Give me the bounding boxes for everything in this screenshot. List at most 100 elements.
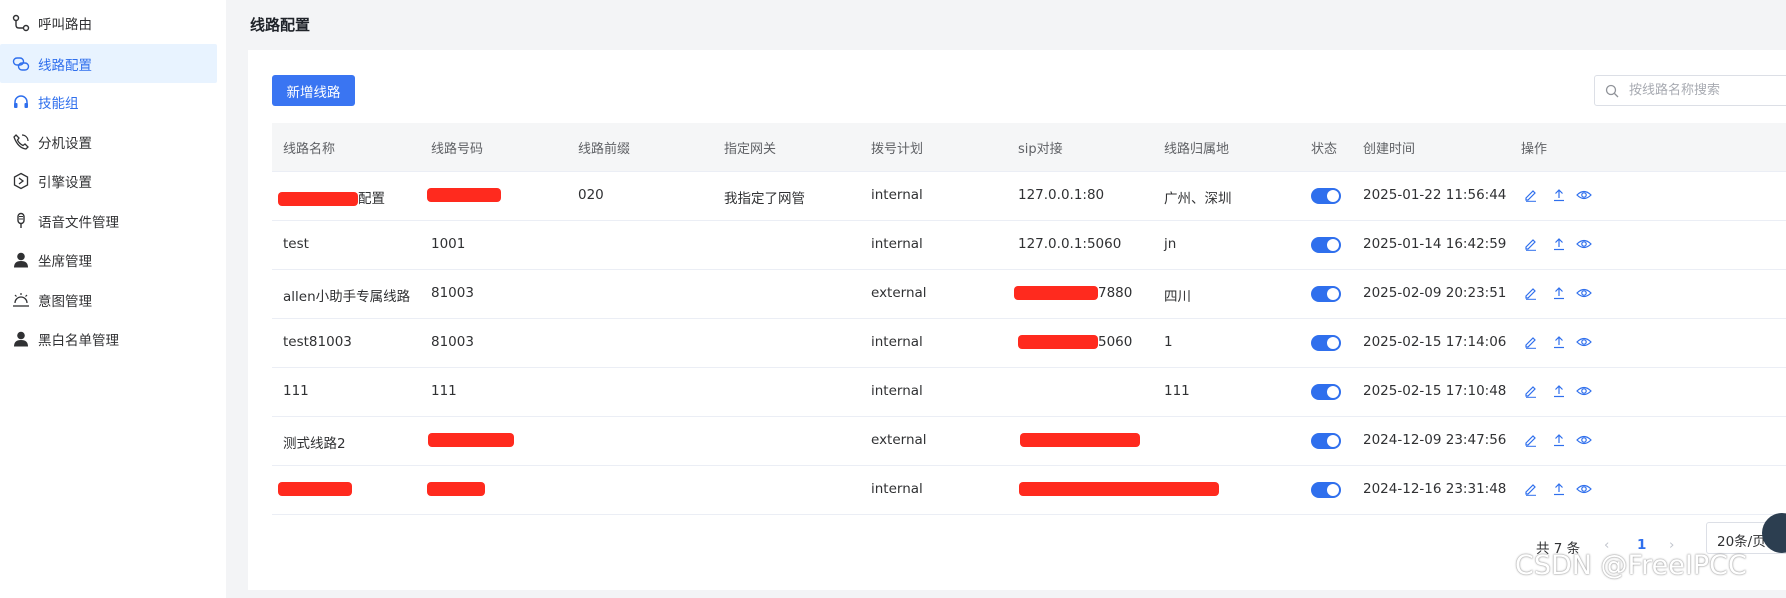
- sidebar-item-intent[interactable]: 意图管理: [0, 278, 217, 322]
- sidebar-item-label: 坐席管理: [38, 254, 92, 270]
- sidebar-item-agents[interactable]: 坐席管理: [0, 238, 217, 282]
- sidebar-item-label: 引擎设置: [38, 175, 92, 191]
- cell-location: 广州、深圳: [1164, 191, 1232, 207]
- table-row: test 1001 internal 127.0.0.1:5060 jn 202…: [272, 221, 1786, 270]
- table-row: 111 111 internal 111 2025-02-15 17:10:48: [272, 368, 1786, 417]
- sidebar-item-line-config[interactable]: 线路配置: [0, 44, 217, 83]
- search-box[interactable]: [1594, 75, 1786, 106]
- cell-name: test81003: [283, 334, 352, 350]
- main-content: 线路配置 新增线路 线路名称 线路号码 线路前缀 指定网关 拨号计划 sip对接…: [226, 0, 1786, 598]
- view-icon[interactable]: [1575, 284, 1593, 302]
- cell-number: [427, 481, 485, 497]
- view-icon[interactable]: [1575, 480, 1593, 498]
- upload-icon[interactable]: [1550, 480, 1568, 498]
- cell-prefix: 020: [578, 187, 604, 203]
- edit-icon[interactable]: [1522, 431, 1540, 449]
- view-icon[interactable]: [1575, 382, 1593, 400]
- cell-created: 2025-02-15 17:14:06: [1363, 334, 1507, 350]
- user-icon: [11, 250, 31, 270]
- edit-icon[interactable]: [1522, 284, 1540, 302]
- sidebar-item-call-routing[interactable]: 呼叫路由: [0, 1, 217, 45]
- route-icon: [11, 13, 31, 33]
- cell-created: 2025-01-22 11:56:44: [1363, 187, 1507, 203]
- col-header-status: 状态: [1311, 142, 1338, 157]
- sidebar: 呼叫路由 线路配置 技能组 分机设置 引擎设置 语音文件管理 坐席管理 意图管理…: [0, 0, 226, 598]
- sidebar-item-label: 意图管理: [38, 294, 92, 310]
- cell-created: 2024-12-09 23:47:56: [1363, 432, 1507, 448]
- cell-dialplan: internal: [871, 236, 923, 252]
- cell-sip: 5060: [1018, 334, 1132, 350]
- cell-location: 111: [1164, 383, 1190, 399]
- cell-number: [427, 187, 501, 203]
- headset-icon: [11, 92, 31, 112]
- table-row: internal 2024-12-16 23:31:48: [272, 466, 1786, 515]
- search-input[interactable]: [1627, 82, 1786, 99]
- view-icon[interactable]: [1575, 235, 1593, 253]
- view-icon[interactable]: [1575, 333, 1593, 351]
- add-line-button[interactable]: 新增线路: [272, 75, 355, 106]
- upload-icon[interactable]: [1550, 235, 1568, 253]
- cell-dialplan: external: [871, 285, 927, 301]
- cell-name: test: [283, 236, 309, 252]
- view-icon[interactable]: [1575, 431, 1593, 449]
- redaction: [1018, 335, 1098, 349]
- table-row: 配置 020 我指定了网管 internal 127.0.0.1:80 广州、深…: [272, 172, 1786, 221]
- cell-location: 四川: [1164, 289, 1191, 305]
- edit-icon[interactable]: [1522, 186, 1540, 204]
- upload-icon[interactable]: [1550, 333, 1568, 351]
- col-header-created: 创建时间: [1363, 142, 1416, 157]
- cell-dialplan: internal: [871, 383, 923, 399]
- sidebar-item-blacklist[interactable]: 黑白名单管理: [0, 317, 217, 361]
- redaction: [428, 433, 514, 447]
- redaction: [1014, 286, 1098, 300]
- cell-location: 1: [1164, 334, 1173, 350]
- sidebar-item-extension[interactable]: 分机设置: [0, 120, 217, 164]
- table-row: allen小助手专属线路 81003 external 7880 四川 2025…: [272, 270, 1786, 319]
- status-toggle[interactable]: [1311, 188, 1341, 204]
- view-icon[interactable]: [1575, 186, 1593, 204]
- edit-icon[interactable]: [1522, 333, 1540, 351]
- cell-number: 81003: [431, 334, 474, 350]
- col-header-number: 线路号码: [431, 142, 484, 157]
- sidebar-item-skill-group[interactable]: 技能组: [0, 80, 217, 124]
- status-toggle[interactable]: [1311, 433, 1341, 449]
- cell-sip: 127.0.0.1:5060: [1018, 236, 1122, 252]
- upload-icon[interactable]: [1550, 431, 1568, 449]
- status-toggle[interactable]: [1311, 482, 1341, 498]
- upload-icon[interactable]: [1550, 186, 1568, 204]
- link-icon: [11, 54, 31, 74]
- redaction: [278, 482, 352, 496]
- phone-icon: [11, 132, 31, 152]
- table-row: 测式线路2 external 2024-12-09 23:47:56: [272, 417, 1786, 466]
- cell-name: allen小助手专属线路: [283, 289, 411, 305]
- lines-table: 线路名称 线路号码 线路前缀 指定网关 拨号计划 sip对接 线路归属地 状态 …: [272, 123, 1786, 515]
- col-header-gateway: 指定网关: [724, 142, 777, 157]
- col-header-sip: sip对接: [1018, 142, 1063, 157]
- user-list-icon: [11, 329, 31, 349]
- upload-icon[interactable]: [1550, 382, 1568, 400]
- status-toggle[interactable]: [1311, 237, 1341, 253]
- cell-created: 2024-12-16 23:31:48: [1363, 481, 1507, 497]
- status-toggle[interactable]: [1311, 335, 1341, 351]
- sidebar-item-voice-files[interactable]: 语音文件管理: [0, 199, 217, 243]
- redaction: [427, 482, 485, 496]
- status-toggle[interactable]: [1311, 384, 1341, 400]
- col-header-location: 线路归属地: [1164, 142, 1230, 157]
- status-toggle[interactable]: [1311, 286, 1341, 302]
- redaction: [1020, 433, 1140, 447]
- edit-icon[interactable]: [1522, 235, 1540, 253]
- sidebar-item-label: 线路配置: [38, 57, 92, 74]
- sidebar-item-label: 技能组: [38, 96, 79, 112]
- sidebar-item-engine[interactable]: 引擎设置: [0, 159, 217, 203]
- edit-icon[interactable]: [1522, 382, 1540, 400]
- cell-number: 81003: [431, 285, 474, 301]
- content-card: 新增线路 线路名称 线路号码 线路前缀 指定网关 拨号计划 sip对接 线路归属…: [248, 50, 1786, 590]
- col-header-actions: 操作: [1521, 142, 1548, 157]
- upload-icon[interactable]: [1550, 284, 1568, 302]
- engine-icon: [11, 171, 31, 191]
- table-row: test81003 81003 internal 5060 1 2025-02-…: [272, 319, 1786, 368]
- watermark: CSDN @FreeIPCC: [1515, 550, 1747, 581]
- table-header: 线路名称 线路号码 线路前缀 指定网关 拨号计划 sip对接 线路归属地 状态 …: [272, 123, 1786, 172]
- cell-sip: 127.0.0.1:80: [1018, 187, 1105, 203]
- edit-icon[interactable]: [1522, 480, 1540, 498]
